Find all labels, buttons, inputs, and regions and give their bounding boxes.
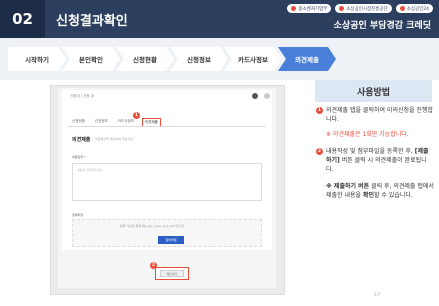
usage-item-1: 1 의견제출 탭을 클릭하여 이의신청을 진행합니다. [316, 106, 434, 124]
logo-mss: 중소벤처기업부 [287, 4, 332, 13]
step-card[interactable]: 카드사정보 [224, 47, 282, 71]
textarea-placeholder: 내용을 입력해주세요. [77, 168, 104, 172]
step-opinion[interactable]: 의견제출 [278, 47, 336, 71]
section-subtitle: 의견제출을 제출하여 주십시오. [95, 137, 134, 141]
logo-mark-icon [291, 6, 297, 11]
partner-logos: 중소벤처기업부 소상공인시장진흥공단 소상공인24 [287, 4, 433, 13]
breadcrumb: 신청내 / 신청 내 [70, 94, 94, 98]
usage-bold-3a: ※ 제출하기 버튼 [326, 183, 370, 190]
content-label: 내용입력 * [72, 155, 86, 159]
logo-sbiz24: 소상공인24 [395, 4, 433, 13]
home-icon[interactable] [252, 93, 258, 99]
step-marker-1: 1 [133, 112, 140, 119]
header-tagline: 소상공인 부담경감 크레딧 [333, 21, 431, 31]
header-bar: 02 신청결과확인 중소벤처기업부 소상공인시장진흥공단 소상공인24 소상공인… [0, 0, 439, 38]
submit-button[interactable]: 제출하기 [160, 270, 184, 277]
step-info[interactable]: 신청정보 [170, 47, 228, 71]
usage-text-2a: 내용작성 및 첨부파일을 등록한 후, [326, 148, 413, 155]
page-number: 2/7 [374, 292, 381, 297]
usage-num-2: 2 [316, 148, 323, 155]
usage-text-3b: 할 수 있습니다. [374, 192, 413, 199]
step-identity[interactable]: 본인확인 [62, 47, 120, 71]
upload-button[interactable]: 첨부파일 [158, 236, 184, 244]
usage-instructions: 1 의견제출 탭을 클릭하여 이의신청을 진행합니다. ※ 의견제출은 1회만 … [316, 106, 434, 200]
usage-bold-3b: 확인 [362, 192, 374, 199]
section-title: 의견제출 [72, 137, 91, 143]
logo-mark-icon [399, 6, 405, 11]
step-navigation: 시작하기 본인확인 신청현황 신청정보 카드사정보 의견제출 [8, 47, 332, 71]
step-start[interactable]: 시작하기 [8, 47, 66, 71]
step-status[interactable]: 신청현황 [116, 47, 174, 71]
section-number: 02 [0, 0, 45, 38]
usage-title: 사용방법 [315, 80, 432, 102]
usage-item-3: ※ 제출하기 버튼 클릭 후, 의견제출 탭에서 제출한 내용을 확인할 수 있… [316, 182, 434, 200]
submit-highlight: 제출하기 [155, 267, 189, 280]
usage-num-1: 1 [316, 107, 323, 114]
usage-text-2b: 버튼 클릭 시 의견제출이 완료됩니다. [326, 157, 427, 173]
page-title: 신청결과확인 [56, 13, 128, 29]
usage-note-1: ※ 의견제출은 1회만 가능합니다. [326, 131, 409, 138]
tab-divider [68, 126, 266, 127]
usage-text-1: 의견제출 탭을 클릭하여 이의신청을 진행합니다. [326, 107, 433, 123]
logo-semas: 소상공인시장진흥공단 [335, 4, 392, 13]
content-textarea[interactable]: 내용을 입력해주세요. [72, 163, 262, 201]
panel-icons [252, 93, 270, 99]
menu-icon[interactable] [264, 93, 270, 99]
attachment-label: 첨부파일 [72, 213, 84, 217]
drop-zone-text: 등록 가능한 확장자는 jpg, jpeg, png, pdf 입니다. [120, 224, 186, 228]
usage-item-2: 2 내용작성 및 첨부파일을 등록한 후, [제출하기] 버튼 클릭 시 의견제… [316, 147, 434, 174]
logo-mark-icon [339, 6, 345, 11]
